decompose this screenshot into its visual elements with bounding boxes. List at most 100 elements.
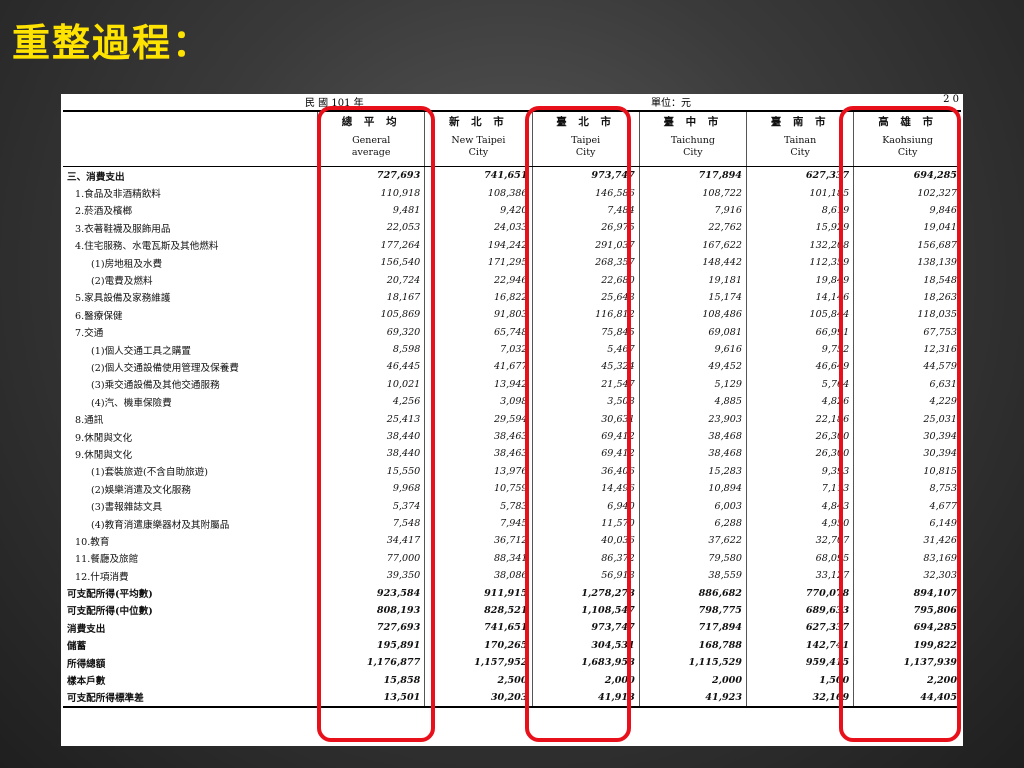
value-cell: 30,203 bbox=[424, 688, 533, 709]
value-cell: 32,169 bbox=[745, 688, 854, 709]
table-row: (2)娛樂消遣及文化服務 9,968 10,759 14,496 10,894 7,113… bbox=[63, 480, 961, 498]
row-label: (2)電費及燃料 bbox=[91, 276, 153, 288]
table-row: 6.醫療保健 105,869 91,803 116,812 108,486 105,844… bbox=[63, 306, 961, 324]
row-label: (1)個人交通工具之購置 bbox=[91, 345, 191, 357]
row-label: 5.家具設備及家務維護 bbox=[75, 293, 171, 305]
row-label: 6.醫療保健 bbox=[75, 310, 123, 322]
value-cell: 142,741 bbox=[745, 636, 854, 654]
row-label: (1)房地租及水費 bbox=[91, 258, 163, 270]
table-row: 可支配所得(中位數) 808,193 828,521 1,108,547 798,775… bbox=[63, 601, 961, 620]
value-cell: 88,341 bbox=[424, 549, 533, 567]
table-row: 樣本戶數 15,858 2,500 2,000 2,000 1,500 2,200 bbox=[63, 671, 961, 689]
table-row: (3)書報雜誌文具 5,374 5,783 6,940 6,003 4,843 4,677 bbox=[63, 497, 961, 515]
value-cell: 770,078 bbox=[745, 584, 854, 602]
table-row: (1)個人交通工具之購置 8,598 7,032 5,467 9,616 9,752 12,… bbox=[63, 340, 961, 359]
value-cell: 171,295 bbox=[424, 253, 533, 272]
table-row: 3.衣著鞋襪及服飾用品 22,053 24,033 26,975 22,762 15,92… bbox=[63, 219, 961, 237]
value-cell: 22,762 bbox=[638, 219, 747, 237]
value-cell: 15,929 bbox=[745, 219, 854, 237]
value-cell: 1,157,952 bbox=[424, 653, 533, 672]
column-header: 臺 南 市 Tainan City bbox=[745, 110, 854, 167]
table-row: (2)電費及燃料 20,724 22,946 22,680 19,181 19,849 18… bbox=[63, 271, 961, 289]
value-cell: 26,300 bbox=[745, 445, 854, 463]
row-label: 可支配所得(中位數) bbox=[67, 606, 153, 618]
table-row: 可支配所得(平均數) 923,584 911,915 1,278,278 886,682… bbox=[63, 584, 961, 602]
table-row: (3)乘交通設備及其他交通服務 10,021 13,942 21,547 5,129 5,… bbox=[63, 375, 961, 394]
row-label: (3)乘交通設備及其他交通服務 bbox=[91, 380, 220, 392]
row-label: (3)書報雜誌文具 bbox=[91, 502, 163, 514]
value-cell: 1,500 bbox=[745, 671, 854, 689]
value-cell: 26,300 bbox=[745, 427, 854, 446]
table-row: (2)個人交通設備使用管理及保養費 46,445 41,677 45,324 49,45… bbox=[63, 358, 961, 376]
row-label: (2)個人交通設備使用管理及保養費 bbox=[91, 362, 239, 374]
table-row: 三、消費支出 727,693 741,651 973,747 717,894 627,33… bbox=[63, 166, 961, 185]
value-cell: 38,559 bbox=[638, 566, 747, 585]
table-row: 5.家具設備及家務維護 18,167 16,822 25,643 15,174 14,14… bbox=[63, 288, 961, 307]
table-row: 4.住宅服務、水電瓦斯及其他燃料 177,264 194,242 291,037 167… bbox=[63, 236, 961, 254]
value-cell: 101,185 bbox=[745, 184, 854, 202]
value-cell: 7,916 bbox=[638, 201, 747, 220]
value-cell: 36,712 bbox=[424, 532, 533, 550]
column-header: 臺 中 市 Taichung City bbox=[638, 110, 747, 167]
value-cell: 627,337 bbox=[745, 619, 854, 637]
row-label: (4)教育消遣康樂器材及其附屬品 bbox=[91, 519, 230, 531]
table-row: 所得總額 1,176,877 1,157,952 1,683,958 1,115,529… bbox=[63, 653, 961, 672]
value-cell: 14,146 bbox=[745, 288, 854, 307]
column-header-en: City bbox=[790, 147, 810, 158]
row-label: 可支配所得(平均數) bbox=[67, 589, 153, 601]
value-cell: 168,788 bbox=[638, 636, 747, 654]
row-label: 消費支出 bbox=[67, 623, 106, 635]
value-cell: 148,442 bbox=[638, 253, 747, 272]
row-label: 4.住宅服務、水電瓦斯及其他燃料 bbox=[75, 241, 219, 253]
value-cell: 4,826 bbox=[745, 393, 854, 411]
value-cell: 79,580 bbox=[638, 549, 747, 567]
value-cell: 91,803 bbox=[424, 306, 533, 324]
row-label: 10.教育 bbox=[75, 536, 110, 548]
value-cell: 6,003 bbox=[638, 497, 747, 515]
row-label: (4)汽、機車保險費 bbox=[91, 397, 172, 409]
value-cell: 717,894 bbox=[638, 166, 747, 185]
value-cell: 38,468 bbox=[638, 445, 747, 463]
value-cell: 19,849 bbox=[745, 271, 854, 289]
value-cell: 717,894 bbox=[638, 619, 747, 637]
value-cell: 19,181 bbox=[638, 271, 747, 289]
value-cell: 32,707 bbox=[745, 532, 854, 550]
value-cell: 10,894 bbox=[638, 480, 747, 498]
value-cell: 46,649 bbox=[745, 358, 854, 376]
table-row: 9.休閒與文化 38,440 38,463 69,412 38,468 26,300 30,… bbox=[63, 445, 961, 463]
value-cell: 2,000 bbox=[638, 671, 747, 689]
value-cell: 108,486 bbox=[638, 306, 747, 324]
value-cell: 4,950 bbox=[745, 514, 854, 533]
table-row: 8.通訊 25,413 29,594 30,631 23,903 22,186 25,031 bbox=[63, 410, 961, 428]
statistics-table-image: 民 國 101 年 單位：元 2 0 總 平 均 General average 新 … bbox=[61, 94, 963, 746]
row-label: 三、消費支出 bbox=[67, 171, 125, 183]
value-cell: 9,393 bbox=[745, 462, 854, 481]
value-cell: 132,208 bbox=[745, 236, 854, 254]
value-cell: 38,468 bbox=[638, 427, 747, 446]
table-row: (1)房地租及水費 156,540 171,295 268,357 148,442 112… bbox=[63, 253, 961, 272]
value-cell: 41,677 bbox=[424, 358, 533, 376]
value-cell: 22,946 bbox=[424, 271, 533, 289]
value-cell: 959,415 bbox=[745, 653, 854, 672]
value-cell: 13,976 bbox=[424, 462, 533, 481]
table-row: 7.交通 69,320 65,748 75,845 69,081 66,991 67,753 bbox=[63, 323, 961, 341]
highlight-kaohsiung bbox=[839, 106, 961, 742]
table-row: (4)汽、機車保險費 4,256 3,098 3,508 4,885 4,826 4,229 bbox=[63, 393, 961, 411]
table-row: 10.教育 34,417 36,712 40,036 37,622 32,707 31,42… bbox=[63, 532, 961, 550]
value-cell: 41,923 bbox=[638, 688, 747, 709]
highlight-taipei bbox=[525, 106, 631, 742]
value-cell: 911,915 bbox=[424, 584, 533, 602]
value-cell: 5,129 bbox=[638, 375, 747, 394]
value-cell: 66,991 bbox=[745, 323, 854, 341]
value-cell: 4,843 bbox=[745, 497, 854, 515]
row-label: 9.休閒與文化 bbox=[75, 449, 133, 461]
value-cell: 2,500 bbox=[424, 671, 533, 689]
value-cell: 105,844 bbox=[745, 306, 854, 324]
table-row: 9.休閒與文化 38,440 38,463 69,412 38,468 26,300 30,… bbox=[63, 427, 961, 446]
highlight-general-average bbox=[317, 106, 435, 742]
value-cell: 4,885 bbox=[638, 393, 747, 411]
value-cell: 13,942 bbox=[424, 375, 533, 394]
table-row: 12.什項消費 39,350 38,086 56,913 38,559 33,127 32,… bbox=[63, 566, 961, 585]
value-cell: 15,283 bbox=[638, 462, 747, 481]
column-header-en: New Taipei bbox=[451, 135, 506, 146]
